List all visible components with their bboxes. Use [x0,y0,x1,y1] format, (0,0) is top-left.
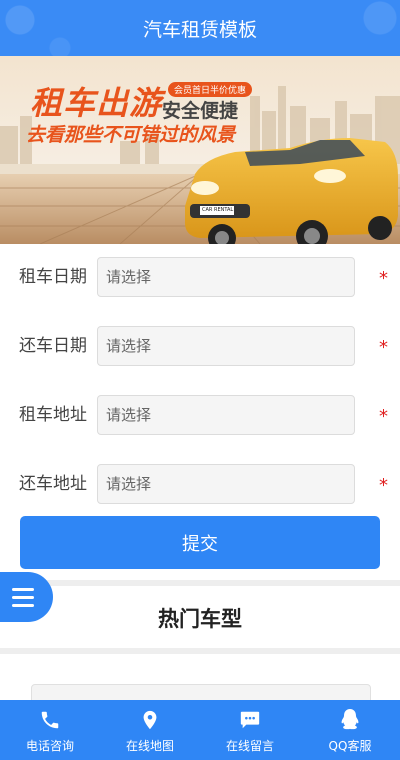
return-address-input[interactable] [97,464,355,504]
promo-banner[interactable]: 租车出游 会员首日半价优惠 安全便捷 去看那些不可错过的风景 CAR RENTA… [0,56,400,244]
return-date-label: 还车日期 [19,336,87,356]
page-header: 汽车租赁模板 [0,0,400,56]
form-row-return-address: 还车地址 * [0,464,400,504]
nav-label-phone: 电话咨询 [25,739,74,753]
return-address-label: 还车地址 [19,474,87,494]
section-divider [0,648,400,654]
nav-label-message: 在线留言 [225,739,274,753]
banner-slogan: 安全便捷 [162,100,239,122]
qq-icon [338,708,362,732]
required-mark: * [379,337,388,358]
map-pin-icon [138,708,162,732]
section-divider [0,580,400,586]
bottom-nav: 电话咨询 在线地图 在线留言 QQ客服 [0,700,400,760]
page-title: 汽车租赁模板 [142,18,257,41]
phone-icon [38,708,62,732]
menu-bar [11,595,34,599]
banner-tag: 会员首日半价优惠 [168,82,253,97]
pickup-address-input[interactable] [97,395,355,435]
nav-item-phone[interactable]: 电话咨询 [0,700,100,760]
form-row-return-date: 还车日期 * [0,326,400,366]
chat-icon [238,708,262,732]
nav-item-message[interactable]: 在线留言 [200,700,300,760]
return-date-input[interactable] [97,326,355,366]
banner-subline: 去看那些不可错过的风景 [26,124,236,146]
menu-bar [11,587,34,591]
required-mark: * [379,268,388,289]
nav-item-qq[interactable]: QQ客服 [300,700,400,760]
pickup-date-label: 租车日期 [19,267,87,287]
nav-label-map: 在线地图 [125,739,174,753]
required-mark: * [379,406,388,427]
pickup-address-label: 租车地址 [19,405,87,425]
license-plate: CAR RENTAL [202,207,234,213]
submit-button[interactable]: 提交 [20,516,380,569]
form-row-pickup-address: 租车地址 * [0,395,400,435]
required-mark: * [379,475,388,496]
form-row-pickup-date: 租车日期 * [0,257,400,297]
pickup-date-input[interactable] [97,257,355,297]
nav-item-map[interactable]: 在线地图 [100,700,200,760]
nav-label-qq: QQ客服 [328,739,372,753]
banner-headline: 租车出游 [30,84,163,122]
hot-models-title: 热门车型 [158,607,242,631]
